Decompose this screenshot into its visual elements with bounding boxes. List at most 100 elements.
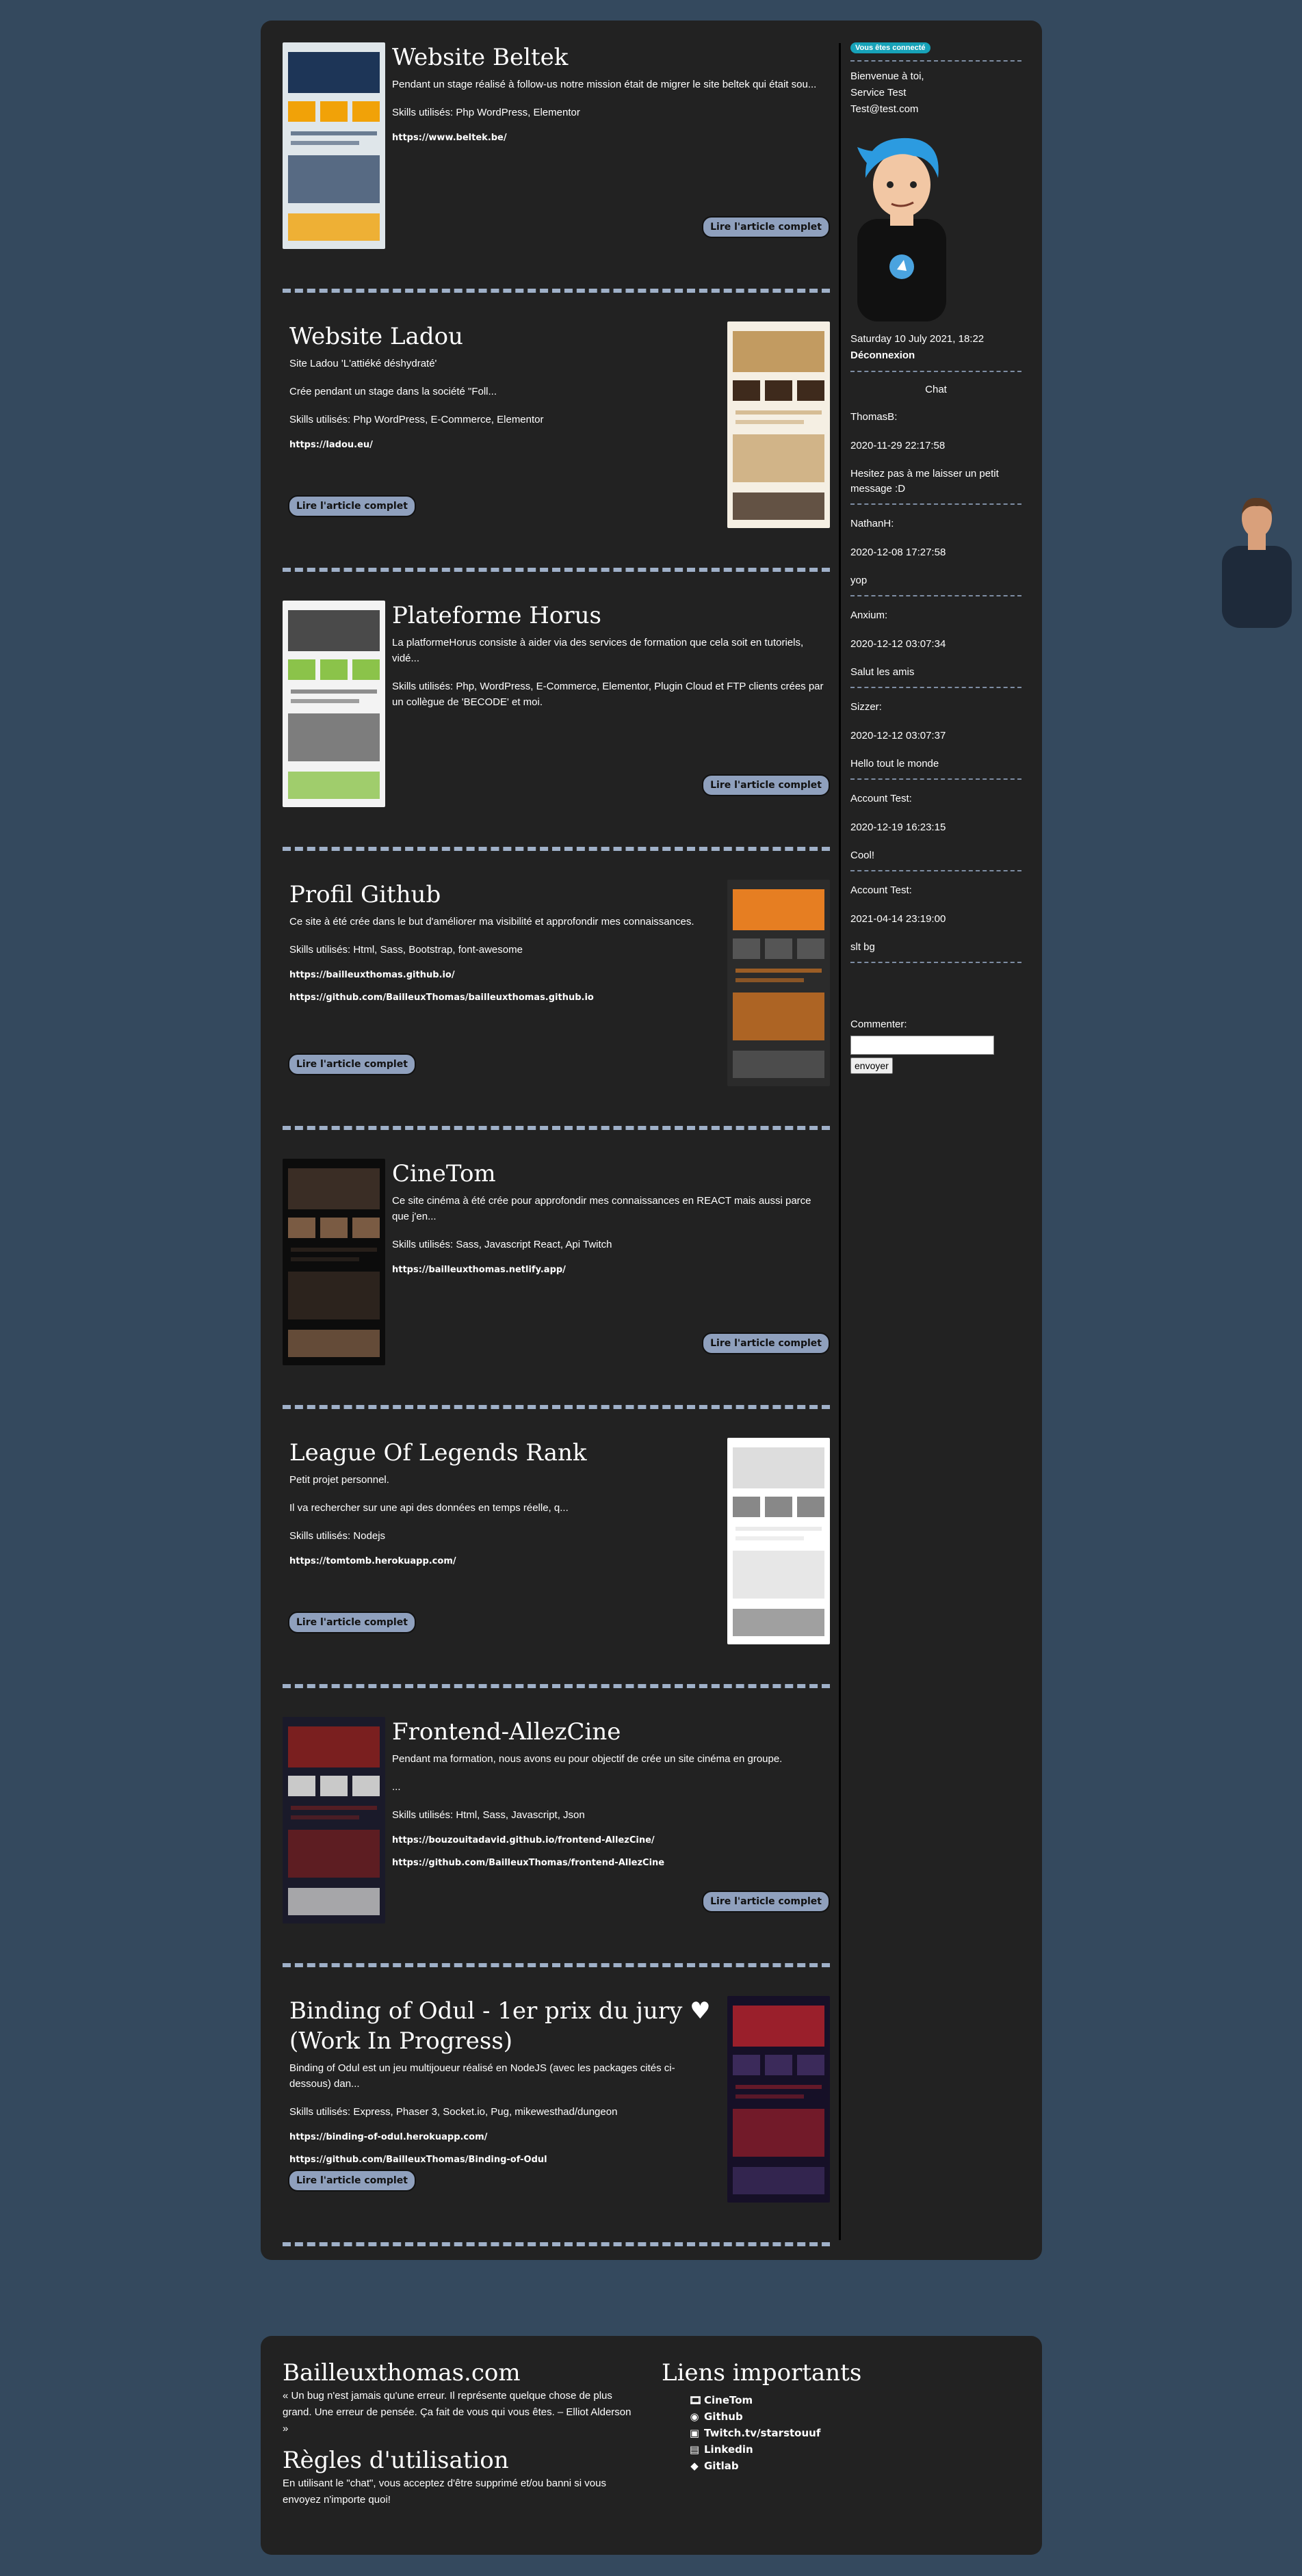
article-separator	[283, 1963, 830, 1967]
article-link[interactable]: https://tomtomb.herokuapp.com/	[289, 1556, 712, 1566]
article-link[interactable]: https://bailleuxthomas.github.io/	[289, 970, 712, 980]
article-title[interactable]: League Of Legends Rank	[289, 1438, 712, 1468]
article-thumbnail[interactable]	[727, 880, 830, 1086]
chat-time: 2020-12-12 03:07:34	[850, 638, 946, 650]
user-email: Test@test.com	[850, 103, 919, 115]
read-article-button[interactable]: Lire l'article complet	[702, 1891, 830, 1913]
article-text: ...	[392, 1781, 401, 1793]
chat-time: 2020-12-12 03:07:37	[850, 730, 946, 741]
article-body: Binding of Odul - 1er prix du jury ♥ (Wo…	[289, 1996, 712, 2165]
footer-about: Bailleuxthomas.com « Un bug n'est jamais…	[283, 2358, 638, 2508]
footer-site-title: Bailleuxthomas.com	[283, 2359, 521, 2387]
read-article-button[interactable]: Lire l'article complet	[702, 774, 830, 796]
chat-user: Sizzer:	[850, 701, 882, 713]
article-text: Skills utilisés: Nodejs	[289, 1530, 386, 1542]
main-panel: Website Beltek Pendant un stage réalisé à…	[261, 21, 1042, 2260]
read-article-button[interactable]: Lire l'article complet	[288, 1053, 416, 1075]
article-link[interactable]: https://github.com/BailleuxThomas/Bindin…	[289, 2155, 712, 2165]
article-link[interactable]: https://binding-of-odul.herokuapp.com/	[289, 2132, 712, 2142]
article-card: Binding of Odul - 1er prix du jury ♥ (Wo…	[283, 1974, 830, 2253]
footer-link-label[interactable]: Twitch.tv/starstouuf	[704, 2427, 820, 2439]
chat-text: Hesitez pas à me laisser un petit messag…	[850, 468, 999, 495]
read-article-button[interactable]: Lire l'article complet	[288, 495, 416, 517]
connected-badge: Vous êtes connecté	[850, 42, 930, 53]
article-card: Website Beltek Pendant un stage réalisé à…	[283, 21, 830, 300]
avatar	[850, 130, 953, 321]
article-thumbnail[interactable]	[283, 1717, 385, 1923]
article-thumbnail[interactable]	[727, 1438, 830, 1644]
footer-link[interactable]: 🎞 CineTom	[689, 2392, 935, 2408]
chat-user: Account Test:	[850, 884, 912, 896]
article-title[interactable]: Profil Github	[289, 880, 712, 910]
article-link[interactable]: https://github.com/BailleuxThomas/baille…	[289, 993, 712, 1003]
divider	[850, 503, 1021, 505]
twitch-icon: ▣	[689, 2427, 700, 2439]
footer-link-label[interactable]: Linkedin	[704, 2443, 753, 2456]
divider	[850, 595, 1021, 596]
divider	[850, 687, 1021, 688]
article-text: Skills utilisés: Html, Sass, Bootstrap, …	[289, 944, 523, 956]
comment-input[interactable]	[850, 1036, 994, 1055]
article-text: Skills utilisés: Sass, Javascript React,…	[392, 1239, 612, 1250]
current-datetime: Saturday 10 July 2021, 18:22	[850, 333, 985, 345]
read-article-button[interactable]: Lire l'article complet	[288, 2170, 416, 2192]
gitlab-icon: ◆	[690, 2460, 699, 2472]
footer-link-label[interactable]: Github	[704, 2410, 743, 2423]
article-card: Website Ladou Site Ladou 'L'attiéké déshy…	[283, 300, 830, 579]
send-button[interactable]: envoyer	[850, 1057, 893, 1074]
footer-link[interactable]: ▤ Linkedin	[689, 2441, 935, 2458]
article-title[interactable]: Frontend-AllezCine	[392, 1717, 829, 1747]
github-icon: ◉	[690, 2410, 699, 2423]
article-link[interactable]: https://ladou.eu/	[289, 440, 712, 450]
logout-link[interactable]: Déconnexion	[850, 347, 1021, 364]
article-link[interactable]: https://bailleuxthomas.netlify.app/	[392, 1265, 829, 1275]
footer-link[interactable]: ◆ Gitlab	[689, 2458, 935, 2474]
article-thumbnail[interactable]	[283, 601, 385, 807]
chat-message: Sizzer: 2020-12-12 03:07:37 Hello tout le …	[850, 699, 1021, 780]
read-article-button[interactable]: Lire l'article complet	[702, 1332, 830, 1354]
footer-link-label[interactable]: Gitlab	[704, 2460, 739, 2472]
article-thumbnail[interactable]	[727, 321, 830, 528]
article-separator	[283, 2242, 830, 2246]
article-title[interactable]: Website Beltek	[392, 42, 829, 73]
article-thumbnail[interactable]	[283, 1159, 385, 1365]
article-text: Site Ladou 'L'attiéké déshydraté'	[289, 358, 437, 369]
article-title[interactable]: Website Ladou	[289, 321, 712, 352]
article-body: Profil Github Ce site à été crée dans le …	[289, 880, 712, 1003]
linkedin-icon: ▤	[689, 2443, 700, 2456]
chat-text: Cool!	[850, 850, 875, 861]
article-text: La platformeHorus consiste à aider via d…	[392, 637, 804, 664]
chat-time: 2021-04-14 23:19:00	[850, 913, 946, 925]
read-article-button[interactable]: Lire l'article complet	[702, 216, 830, 238]
footer-links-list: 🎞 CineTom ◉ Github ▣ Twitch.tv/starstouuf ▤ Lin…	[662, 2392, 935, 2474]
article-card: Plateforme Horus La platformeHorus consis…	[283, 579, 830, 858]
chat-user: Account Test:	[850, 793, 912, 804]
article-link[interactable]: https://www.beltek.be/	[392, 133, 829, 143]
article-text: Skills utilisés: Php WordPress, Elemento…	[392, 107, 580, 118]
article-link[interactable]: https://bouzouitadavid.github.io/fronten…	[392, 1835, 829, 1845]
person-photo	[1219, 491, 1294, 628]
article-thumbnail[interactable]	[727, 1996, 830, 2203]
article-body: League Of Legends Rank Petit projet perso…	[289, 1438, 712, 1566]
article-card: CineTom Ce site cinéma à été crée pour ap…	[283, 1137, 830, 1416]
chat-message: ThomasB: 2020-11-29 22:17:58 Hesitez pas à…	[850, 409, 1021, 505]
article-thumbnail[interactable]	[283, 42, 385, 249]
article-text: Skills utilisés: Php, WordPress, E-Comme…	[392, 681, 824, 708]
user-name: Service Test	[850, 87, 907, 98]
article-card: Frontend-AllezCine Pendant ma formation, …	[283, 1695, 830, 1974]
read-article-button[interactable]: Lire l'article complet	[288, 1612, 416, 1633]
article-title[interactable]: Binding of Odul - 1er prix du jury ♥ (Wo…	[289, 1996, 712, 2056]
footer-link[interactable]: ▣ Twitch.tv/starstouuf	[689, 2425, 935, 2441]
article-link[interactable]: https://github.com/BailleuxThomas/fronte…	[392, 1858, 829, 1868]
article-body: CineTom Ce site cinéma à été crée pour ap…	[392, 1159, 829, 1275]
film-icon: 🎞	[689, 2394, 703, 2406]
footer-link[interactable]: ◉ Github	[689, 2408, 935, 2425]
article-body: Website Beltek Pendant un stage réalisé à…	[392, 42, 829, 143]
article-title[interactable]: Plateforme Horus	[392, 601, 829, 631]
article-text: Petit projet personnel.	[289, 1474, 389, 1486]
footer-links-title: Liens importants	[662, 2359, 862, 2387]
article-body: Plateforme Horus La platformeHorus consis…	[392, 601, 829, 710]
article-title[interactable]: CineTom	[392, 1159, 829, 1189]
footer-link-label[interactable]: CineTom	[704, 2394, 753, 2406]
sidebar: Vous êtes connecté Bienvenue à toi, Serv…	[850, 41, 1021, 1074]
